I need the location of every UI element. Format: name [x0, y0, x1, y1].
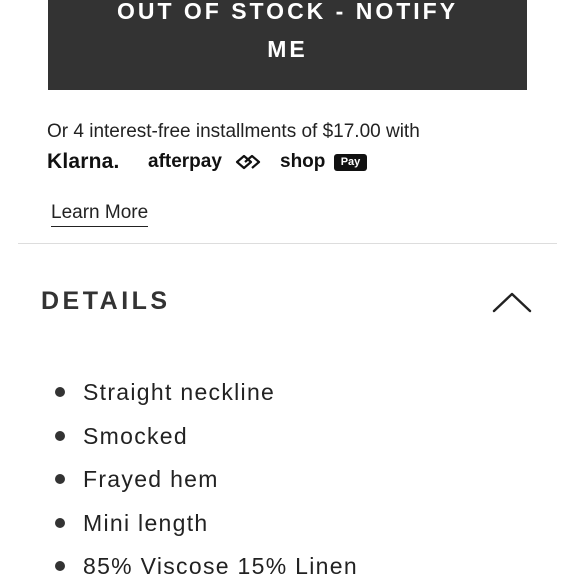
afterpay-arrows-icon: [235, 154, 261, 170]
list-item: 85% Viscose 15% Linen: [0, 546, 580, 580]
notify-button-label-line1: OUT OF STOCK - NOTIFY: [116, 0, 459, 24]
list-item: Mini length: [0, 503, 580, 547]
details-item-text: Mini length: [83, 509, 209, 536]
installments-text: Or 4 interest-free installments of $17.0…: [47, 121, 420, 142]
product-page: OUT OF STOCK - NOTIFY ME Or 4 interest-f…: [0, 0, 580, 580]
payment-providers: Klarna. afterpay shop Pay: [47, 149, 387, 177]
klarna-logo: Klarna.: [47, 150, 120, 173]
notify-me-button[interactable]: OUT OF STOCK - NOTIFY ME: [48, 0, 527, 90]
list-item: Straight neckline: [0, 372, 580, 416]
section-divider: [18, 243, 557, 244]
shop-pay-logo: shop: [280, 151, 326, 172]
details-item-text: Straight neckline: [83, 379, 276, 405]
list-item: Frayed hem: [0, 459, 580, 503]
chevron-up-icon[interactable]: [492, 291, 532, 313]
bullet-icon: [55, 387, 65, 397]
shop-pay-badge: Pay: [334, 154, 367, 171]
details-list: Straight neckline Smocked Frayed hem Min…: [0, 372, 580, 580]
details-item-text: 85% Viscose 15% Linen: [83, 553, 358, 579]
list-item: Smocked: [0, 416, 580, 460]
bullet-icon: [55, 474, 65, 484]
details-item-text: Frayed hem: [83, 466, 219, 492]
bullet-icon: [55, 430, 65, 441]
details-accordion-header[interactable]: DETAILS: [0, 272, 580, 332]
details-title: DETAILS: [41, 287, 171, 315]
details-item-text: Smocked: [83, 422, 188, 449]
bullet-icon: [55, 561, 65, 571]
bullet-icon: [55, 517, 65, 528]
notify-button-label-line2: ME: [267, 36, 308, 62]
learn-more-link[interactable]: Learn More: [51, 201, 149, 227]
afterpay-logo: afterpay: [148, 151, 222, 172]
